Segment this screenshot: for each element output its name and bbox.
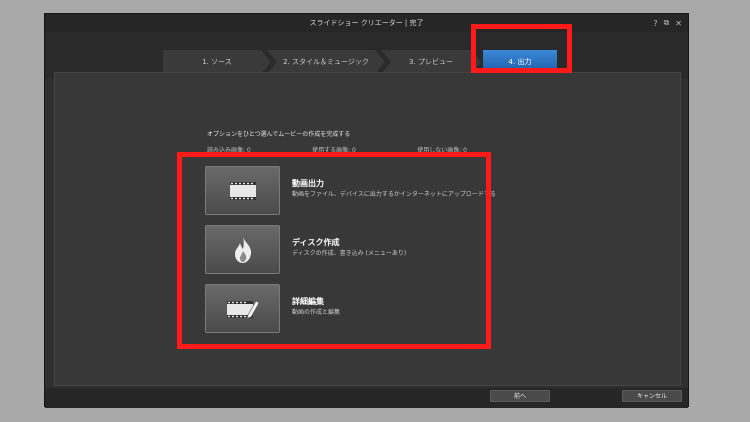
help-icon[interactable]: ? — [653, 19, 657, 28]
step-style-music[interactable]: 2. スタイル＆ミュージック — [267, 50, 385, 74]
bottom-bar — [45, 388, 688, 408]
used-count: 使用する画像: 0 — [312, 147, 356, 154]
title-bar: スライドショー クリエーター | 完了 ? ⧉ ✕ — [45, 14, 688, 32]
advanced-edit-title: 詳細編集 — [292, 297, 324, 306]
film-icon — [229, 181, 256, 200]
window-controls: ? ⧉ ✕ — [653, 14, 682, 32]
disc-create-title: ディスク作成 — [292, 238, 340, 247]
flame-icon — [234, 236, 251, 263]
film-edit-icon — [226, 300, 259, 318]
video-output-button[interactable] — [205, 166, 280, 215]
app-window: スライドショー クリエーター | 完了 ? ⧉ ✕ 1. ソース 2. スタイル… — [44, 13, 689, 408]
advanced-edit-desc: 動画の作成と編集 — [292, 309, 341, 316]
prev-button[interactable]: 前へ — [490, 390, 550, 402]
disc-create-button[interactable] — [205, 225, 280, 274]
output-panel: オプションをひとつ選んでムービーの作成を完成する 読み込み画像: 0 使用する画… — [54, 72, 681, 386]
video-output-title: 動画出力 — [292, 179, 324, 188]
image-counts: 読み込み画像: 0 使用する画像: 0 使用しない画像: 0 — [207, 145, 467, 154]
restore-icon[interactable]: ⧉ — [664, 18, 670, 28]
option-disc-create: ディスク作成 ディスクの作成、書き込み (メニューあり) — [205, 225, 505, 275]
disc-create-desc: ディスクの作成、書き込み (メニューあり) — [292, 250, 407, 257]
cancel-button[interactable]: キャンセル — [622, 390, 682, 402]
option-video-output: 動画出力 動画をファイル、デバイスに出力するかインターネットにアップロードする — [205, 166, 505, 216]
close-icon[interactable]: ✕ — [675, 19, 682, 28]
instruction-text: オプションをひとつ選んでムービーの作成を完成する — [207, 131, 351, 138]
window-title: スライドショー クリエーター | 完了 — [309, 19, 424, 27]
unused-count: 使用しない画像: 0 — [417, 147, 467, 154]
step-output[interactable]: 4. 出力 — [483, 50, 557, 74]
step-source[interactable]: 1. ソース — [163, 50, 271, 74]
option-advanced-edit: 詳細編集 動画の作成と編集 — [205, 284, 505, 334]
advanced-edit-button[interactable] — [205, 284, 280, 333]
imported-count: 読み込み画像: 0 — [207, 147, 251, 154]
video-output-desc: 動画をファイル、デバイスに出力するかインターネットにアップロードする — [292, 191, 496, 198]
step-preview[interactable]: 3. プレビュー — [381, 50, 481, 74]
